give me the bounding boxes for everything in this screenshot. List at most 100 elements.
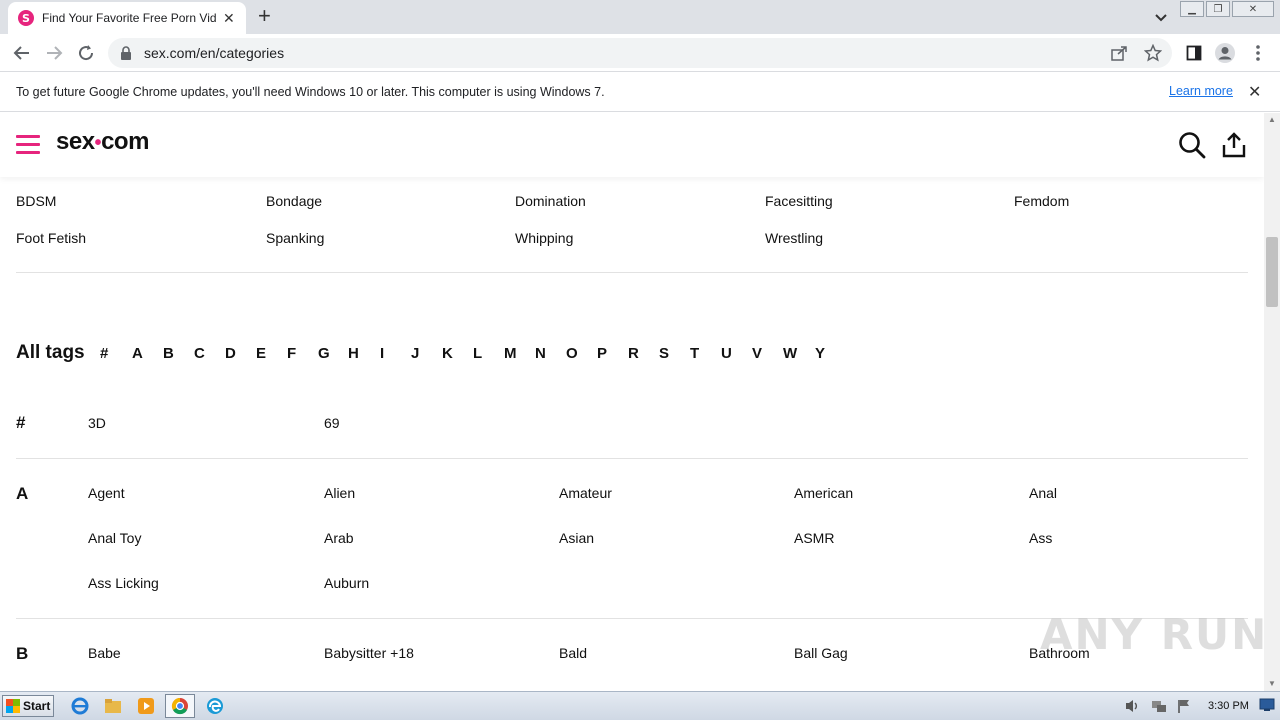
- hamburger-menu-icon[interactable]: [16, 135, 40, 155]
- category-link[interactable]: Facesitting: [765, 193, 833, 209]
- tag-link[interactable]: Babysitter +18: [324, 645, 414, 661]
- minimize-button[interactable]: ▁: [1180, 1, 1204, 17]
- letter-nav-link[interactable]: E: [256, 345, 266, 362]
- new-tab-button[interactable]: +: [258, 5, 271, 27]
- letter-nav-link[interactable]: Y: [815, 345, 825, 362]
- category-link[interactable]: BDSM: [16, 193, 56, 209]
- media-player-icon[interactable]: [135, 696, 157, 716]
- letter-nav-link[interactable]: V: [752, 345, 762, 362]
- letter-nav-link[interactable]: W: [783, 345, 797, 362]
- letter-nav-link[interactable]: J: [411, 345, 419, 362]
- tag-link[interactable]: Agent: [88, 485, 125, 501]
- tag-link[interactable]: Amateur: [559, 485, 612, 501]
- letter-nav-link[interactable]: H: [348, 345, 359, 362]
- infobar-close-icon[interactable]: ✕: [1248, 82, 1261, 102]
- section-letter: A: [16, 484, 29, 503]
- site-logo[interactable]: sex•com: [56, 128, 149, 156]
- scroll-down-arrow-icon[interactable]: ▼: [1268, 679, 1276, 688]
- section-divider: [16, 272, 1248, 273]
- category-link[interactable]: Spanking: [266, 230, 324, 246]
- lock-icon[interactable]: [120, 46, 132, 60]
- learn-more-link[interactable]: Learn more: [1169, 84, 1233, 98]
- category-link[interactable]: Domination: [515, 193, 586, 209]
- letter-nav-link[interactable]: P: [597, 345, 607, 362]
- reload-icon: [79, 45, 94, 61]
- letter-nav-link[interactable]: U: [721, 345, 732, 362]
- anyrun-watermark: ANY RUN: [1040, 610, 1269, 659]
- letter-nav-link[interactable]: R: [628, 345, 639, 362]
- chrome-taskbar-icon[interactable]: [165, 694, 195, 718]
- back-button[interactable]: [11, 42, 33, 64]
- tag-link[interactable]: Ass Licking: [88, 575, 159, 591]
- tag-link[interactable]: Anal: [1029, 485, 1057, 501]
- window-close-button[interactable]: ✕: [1232, 1, 1274, 17]
- letter-nav-link[interactable]: G: [318, 345, 330, 362]
- tag-link[interactable]: Babe: [88, 645, 121, 661]
- volume-icon[interactable]: [1124, 698, 1142, 714]
- letter-nav-link[interactable]: B: [163, 345, 174, 362]
- letter-nav-link[interactable]: T: [690, 345, 699, 362]
- action-center-flag-icon[interactable]: [1176, 698, 1192, 714]
- start-button[interactable]: Start: [2, 695, 54, 717]
- address-bar[interactable]: sex.com/en/categories: [108, 38, 1172, 68]
- tag-link[interactable]: Ball Gag: [794, 645, 848, 661]
- letter-nav-link[interactable]: #: [100, 345, 108, 362]
- tab-close-icon[interactable]: ✕: [223, 10, 235, 27]
- letter-nav-link[interactable]: N: [535, 345, 546, 362]
- tag-link[interactable]: Bald: [559, 645, 587, 661]
- internet-explorer-icon[interactable]: [69, 696, 91, 716]
- edge-icon[interactable]: [204, 696, 226, 716]
- page-scrollbar[interactable]: ▲ ▼: [1264, 113, 1280, 691]
- reload-button[interactable]: [75, 42, 97, 64]
- forward-button[interactable]: [43, 42, 65, 64]
- tag-link[interactable]: 3D: [88, 415, 106, 431]
- start-label: Start: [23, 699, 51, 713]
- tag-link[interactable]: American: [794, 485, 853, 501]
- tag-link[interactable]: Asian: [559, 530, 594, 546]
- tag-link[interactable]: Alien: [324, 485, 355, 501]
- category-link[interactable]: Femdom: [1014, 193, 1069, 209]
- letter-nav-link[interactable]: A: [132, 345, 143, 362]
- tag-link[interactable]: Auburn: [324, 575, 369, 591]
- search-icon[interactable]: [1178, 131, 1206, 159]
- taskbar-clock[interactable]: 3:30 PM: [1208, 700, 1249, 712]
- bookmark-star-icon[interactable]: [1144, 44, 1162, 62]
- browser-toolbar: sex.com/en/categories: [0, 34, 1280, 72]
- letter-nav-link[interactable]: M: [504, 345, 517, 362]
- url-text[interactable]: sex.com/en/categories: [144, 45, 284, 61]
- letter-nav-link[interactable]: D: [225, 345, 236, 362]
- tag-link[interactable]: Arab: [324, 530, 354, 546]
- share-icon[interactable]: [1110, 44, 1128, 62]
- category-link[interactable]: Bondage: [266, 193, 322, 209]
- letter-nav-link[interactable]: K: [442, 345, 453, 362]
- upload-icon[interactable]: [1221, 131, 1247, 159]
- tag-link[interactable]: 69: [324, 415, 340, 431]
- scroll-up-arrow-icon[interactable]: ▲: [1268, 115, 1276, 124]
- letter-nav-link[interactable]: L: [473, 345, 482, 362]
- profile-button[interactable]: [1214, 42, 1236, 64]
- profile-avatar-icon: [1215, 43, 1235, 63]
- forward-arrow-icon: [47, 46, 63, 60]
- tab-strip: S Find Your Favorite Free Porn Videos ✕ …: [0, 0, 1280, 34]
- letter-nav-link[interactable]: F: [287, 345, 296, 362]
- network-icon[interactable]: [1150, 698, 1168, 714]
- category-link[interactable]: Foot Fetish: [16, 230, 86, 246]
- letter-nav-link[interactable]: I: [380, 345, 384, 362]
- letter-nav-link[interactable]: C: [194, 345, 205, 362]
- letter-nav-link[interactable]: S: [659, 345, 669, 362]
- category-link[interactable]: Whipping: [515, 230, 573, 246]
- letter-nav-link[interactable]: O: [566, 345, 578, 362]
- file-explorer-icon[interactable]: [102, 696, 124, 716]
- chrome-menu-button[interactable]: [1247, 42, 1269, 64]
- show-desktop-icon[interactable]: [1259, 698, 1275, 712]
- tag-link[interactable]: Ass: [1029, 530, 1052, 546]
- section-divider: [16, 458, 1248, 459]
- browser-tab[interactable]: S Find Your Favorite Free Porn Videos ✕: [8, 2, 246, 34]
- category-link[interactable]: Wrestling: [765, 230, 823, 246]
- scroll-thumb[interactable]: [1266, 237, 1278, 307]
- side-panel-button[interactable]: [1183, 42, 1205, 64]
- tag-link[interactable]: Anal Toy: [88, 530, 141, 546]
- restore-button[interactable]: ❐: [1206, 1, 1230, 17]
- tab-search-chevron-icon[interactable]: [1152, 8, 1170, 26]
- tag-link[interactable]: ASMR: [794, 530, 834, 546]
